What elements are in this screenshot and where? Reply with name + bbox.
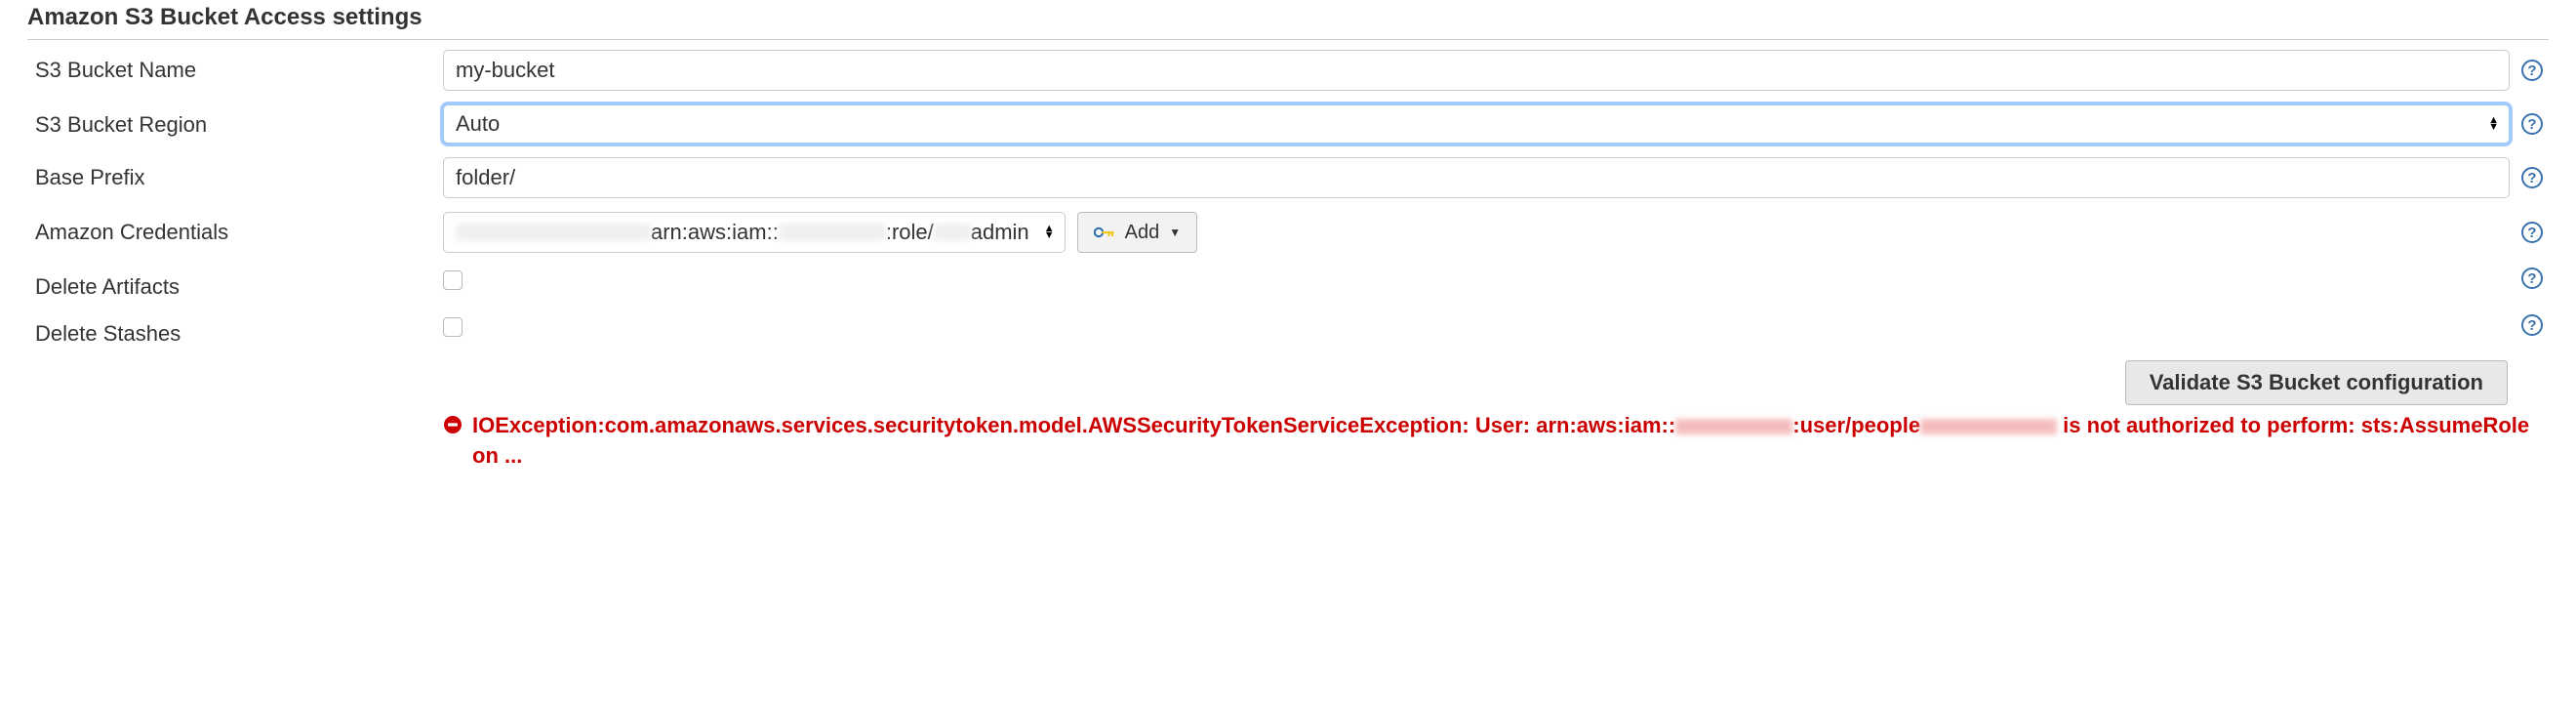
row-bucket-name: S3 Bucket Name ?: [27, 50, 2549, 91]
row-base-prefix: Base Prefix ?: [27, 157, 2549, 198]
bucket-region-select[interactable]: Auto ▲▼: [443, 104, 2510, 144]
credentials-select[interactable]: arn:aws:iam:: :role/ admin ▲▼: [443, 212, 1066, 253]
label-bucket-name: S3 Bucket Name: [35, 50, 443, 83]
redacted-text: [934, 224, 971, 241]
error-row: IOException:com.amazonaws.services.secur…: [27, 411, 2549, 472]
svg-text:?: ?: [2527, 116, 2536, 133]
svg-text:?: ?: [2527, 170, 2536, 186]
section-header: Amazon S3 Bucket Access settings: [27, 0, 2549, 40]
add-credentials-button[interactable]: Add ▼: [1077, 212, 1197, 253]
label-delete-artifacts: Delete Artifacts: [35, 267, 443, 300]
help-icon[interactable]: ?: [2521, 113, 2543, 135]
validate-button[interactable]: Validate S3 Bucket configuration: [2125, 360, 2508, 405]
svg-text:?: ?: [2527, 317, 2536, 334]
label-delete-stashes: Delete Stashes: [35, 313, 443, 347]
help-icon[interactable]: ?: [2521, 314, 2543, 336]
svg-text:?: ?: [2527, 270, 2536, 287]
key-icon: [1094, 226, 1115, 239]
label-bucket-region: S3 Bucket Region: [35, 104, 443, 138]
error-message: IOException:com.amazonaws.services.secur…: [472, 411, 2549, 472]
help-icon[interactable]: ?: [2521, 60, 2543, 81]
delete-artifacts-checkbox[interactable]: [443, 270, 463, 290]
help-icon[interactable]: ?: [2521, 268, 2543, 289]
add-button-label: Add: [1125, 222, 1160, 244]
svg-text:?: ?: [2527, 62, 2536, 79]
credentials-value: arn:aws:iam:: :role/ admin: [456, 220, 1029, 245]
row-delete-stashes: Delete Stashes ?: [27, 313, 2549, 347]
row-delete-artifacts: Delete Artifacts ?: [27, 267, 2549, 300]
redacted-text: [1675, 419, 1792, 434]
delete-stashes-checkbox[interactable]: [443, 317, 463, 337]
updown-icon: ▲▼: [1044, 226, 1055, 239]
redacted-text: [1920, 419, 2057, 434]
help-icon[interactable]: ?: [2521, 222, 2543, 243]
help-icon[interactable]: ?: [2521, 167, 2543, 188]
row-validate: Validate S3 Bucket configuration: [27, 360, 2549, 405]
svg-text:?: ?: [2527, 225, 2536, 241]
label-base-prefix: Base Prefix: [35, 157, 443, 190]
base-prefix-input[interactable]: [443, 157, 2510, 198]
redacted-text: [456, 224, 651, 241]
bucket-region-value: Auto: [456, 111, 2474, 137]
row-bucket-region: S3 Bucket Region Auto ▲▼ ?: [27, 104, 2549, 144]
updown-icon: ▲▼: [2488, 117, 2499, 131]
redacted-text: [779, 224, 886, 241]
row-credentials: Amazon Credentials arn:aws:iam:: :role/ …: [27, 212, 2549, 253]
chevron-down-icon: ▼: [1169, 226, 1181, 239]
error-icon: [443, 415, 463, 434]
bucket-name-input[interactable]: [443, 50, 2510, 91]
label-credentials: Amazon Credentials: [35, 212, 443, 245]
